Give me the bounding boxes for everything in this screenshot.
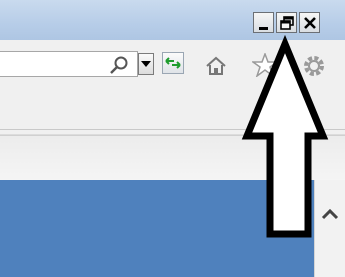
vertical-scrollbar[interactable]	[314, 180, 345, 277]
close-button[interactable]	[299, 12, 320, 33]
restore-button[interactable]	[276, 12, 297, 33]
minimize-icon	[259, 27, 268, 30]
command-bar	[0, 135, 345, 181]
page-content	[0, 180, 314, 277]
minimize-button[interactable]	[253, 12, 274, 33]
browser-toolbar	[0, 40, 345, 135]
refresh-icon	[165, 57, 181, 69]
scroll-up-button[interactable]	[317, 202, 343, 228]
close-icon	[304, 17, 316, 29]
restore-icon	[280, 16, 294, 30]
home-icon[interactable]	[205, 56, 227, 76]
search-icon[interactable]	[108, 55, 130, 75]
title-bar	[0, 0, 345, 40]
refresh-button[interactable]	[162, 52, 184, 74]
address-dropdown-button[interactable]	[138, 53, 154, 75]
gear-icon[interactable]	[300, 52, 328, 80]
star-icon[interactable]	[252, 53, 278, 77]
toolbar-divider	[0, 129, 345, 130]
address-bar[interactable]	[0, 51, 138, 77]
chevron-down-icon	[141, 61, 151, 67]
